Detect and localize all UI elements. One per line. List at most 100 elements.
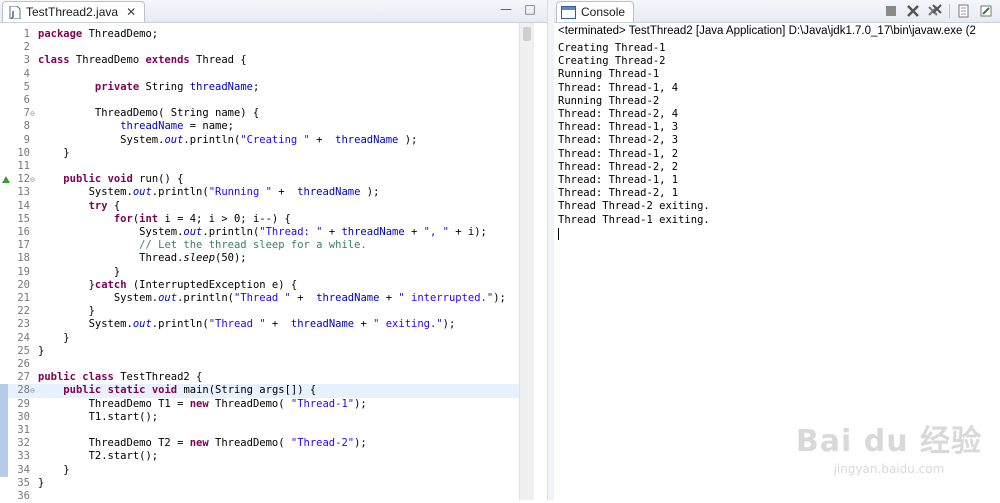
code-text: ThreadDemo T1 = new ThreadDemo( "Thread-… (38, 397, 367, 410)
code-line[interactable]: 3 class ThreadDemo extends Thread { (0, 54, 519, 67)
code-line[interactable]: 9 System.out.println("Creating " + threa… (0, 134, 519, 147)
line-number: 17 (17, 239, 30, 252)
code-line[interactable]: 5 private String threadName; (0, 81, 519, 94)
code-text: System.out.println("Thread " + threadNam… (38, 318, 456, 331)
code-line[interactable]: 17 // Let the thread sleep for a while. (0, 239, 519, 252)
code-line[interactable]: 20 }catch (InterruptedException e) { (0, 279, 519, 292)
line-number: 10 (17, 146, 30, 159)
change-marker-bar (0, 384, 8, 477)
line-number: 23 (17, 318, 30, 331)
code-line[interactable]: 14 try { (0, 200, 519, 213)
line-number: 26 (17, 358, 30, 370)
scroll-lock-icon[interactable] (956, 3, 972, 19)
code-text: public void run() { (63, 173, 184, 186)
code-line[interactable]: 10 } (0, 147, 519, 160)
code-line[interactable]: 26 (0, 358, 519, 371)
baidu-watermark: Bai du 经验 jingyan.baidu.com (796, 416, 982, 476)
code-line[interactable]: 8 threadName = name; (0, 120, 519, 133)
editor-tab-bar: J TestThread2.java ✕ — □ (0, 0, 547, 23)
code-line[interactable]: 11 (0, 160, 519, 173)
remove-all-icon[interactable] (927, 3, 943, 19)
code-line[interactable]: 18 Thread.sleep(50); (0, 252, 519, 265)
code-line[interactable]: 36 (0, 490, 519, 503)
code-line[interactable]: 13 System.out.println("Running " + threa… (0, 186, 519, 199)
svg-text:J: J (11, 10, 15, 19)
fold-toggle-icon[interactable]: ⊖ (30, 384, 38, 397)
console-status-header: <terminated> TestThread2 [Java Applicati… (558, 25, 976, 37)
line-number: 6 (23, 94, 30, 106)
code-text: System.out.println("Thread " + threadNam… (38, 292, 506, 304)
code-text: System.out.println("Creating " + threadN… (38, 133, 418, 146)
code-line[interactable]: 15 for(int i = 4; i > 0; i--) { (0, 213, 519, 226)
code-line[interactable]: 22 } (0, 305, 519, 318)
fold-toggle-icon[interactable]: ⊖ (30, 107, 38, 120)
code-line[interactable]: 19 } (0, 266, 519, 279)
code-text: try { (88, 199, 121, 212)
pin-console-icon[interactable] (978, 3, 994, 19)
remove-launch-icon[interactable] (905, 3, 921, 19)
code-line[interactable]: 31 (0, 424, 519, 437)
code-text: public static void main(String args[]) { (63, 384, 317, 397)
code-line[interactable]: 34 } (0, 464, 519, 477)
code-line[interactable]: 24 } (0, 332, 519, 345)
line-number: 31 (17, 424, 30, 436)
code-text: public class TestThread2 { (38, 371, 203, 384)
line-number: 20 (17, 278, 30, 291)
code-text: threadName = name; (120, 120, 234, 133)
line-number: 36 (17, 490, 30, 502)
line-number: 32 (17, 437, 30, 450)
code-text: } (38, 331, 70, 344)
code-line[interactable]: 25} (0, 345, 519, 358)
line-number: 22 (17, 305, 30, 318)
code-line[interactable]: 1 package ThreadDemo; (0, 28, 519, 41)
close-icon[interactable]: ✕ (126, 5, 136, 19)
code-line[interactable]: 4 (0, 68, 519, 81)
code-line[interactable]: 30 T1.start(); (0, 411, 519, 424)
console-tab-bar: Console (554, 0, 1000, 23)
line-number: 2 (23, 41, 30, 54)
line-number: 19 (17, 265, 30, 278)
code-line[interactable]: 28 ⊖ public static void main(String args[… (0, 384, 519, 398)
scroll-thumb[interactable] (523, 27, 531, 41)
code-text: } (38, 463, 70, 476)
maximize-icon[interactable]: □ (523, 2, 537, 16)
override-marker-icon (2, 176, 10, 184)
code-text: } (38, 146, 70, 159)
code-text: private String threadName; (94, 80, 260, 93)
line-number: 30 (17, 410, 30, 423)
code-editor: J TestThread2.java ✕ — □ 1 package Thread… (0, 0, 547, 503)
console-output[interactable]: Creating Thread-1 Creating Thread-2 Runn… (558, 42, 710, 227)
console-icon (561, 5, 576, 19)
code-line[interactable]: 6 (0, 94, 519, 107)
fold-toggle-icon[interactable]: ⊖ (30, 173, 38, 186)
terminate-icon[interactable] (883, 3, 899, 19)
code-area[interactable]: 1 package ThreadDemo; 2 3 class ThreadDemo e… (0, 23, 519, 503)
code-line[interactable]: 33 T2.start(); (0, 450, 519, 463)
line-number: 13 (17, 186, 30, 199)
code-line[interactable]: 16 System.out.println("Thread: " + threa… (0, 226, 519, 239)
line-number: 3 (23, 54, 30, 67)
editor-vertical-scrollbar[interactable] (519, 23, 534, 500)
code-line[interactable]: 12 ⊖ public void run() { (0, 173, 519, 186)
editor-tab[interactable]: J TestThread2.java ✕ (2, 1, 146, 22)
code-text: System.out.println("Running " + threadNa… (38, 186, 380, 199)
line-number: 14 (17, 199, 30, 212)
code-line[interactable]: 35} (0, 477, 519, 490)
code-text: // Let the thread sleep for a while. (139, 239, 367, 252)
line-number: 15 (17, 212, 30, 225)
code-text: } (38, 344, 45, 357)
code-line[interactable]: 21 System.out.println("Thread " + thread… (0, 292, 519, 305)
java-file-icon: J (9, 5, 21, 19)
code-line[interactable]: 23 System.out.println("Thread " + thread… (0, 318, 519, 331)
code-line[interactable]: 32 ThreadDemo T2 = new ThreadDemo( "Thre… (0, 437, 519, 450)
minimize-icon[interactable]: — (499, 2, 513, 16)
line-number: 34 (17, 463, 30, 476)
code-line[interactable]: 29 ThreadDemo T1 = new ThreadDemo( "Thre… (0, 398, 519, 411)
code-text: T2.start(); (38, 450, 159, 463)
code-line[interactable]: 2 (0, 41, 519, 54)
console-tab[interactable]: Console (556, 1, 635, 22)
code-line[interactable]: 7 ⊖ ThreadDemo( String name) { (0, 107, 519, 120)
code-line[interactable]: 27 public class TestThread2 { (0, 371, 519, 384)
line-number: 4 (23, 67, 30, 80)
line-number: 12 (17, 173, 30, 186)
